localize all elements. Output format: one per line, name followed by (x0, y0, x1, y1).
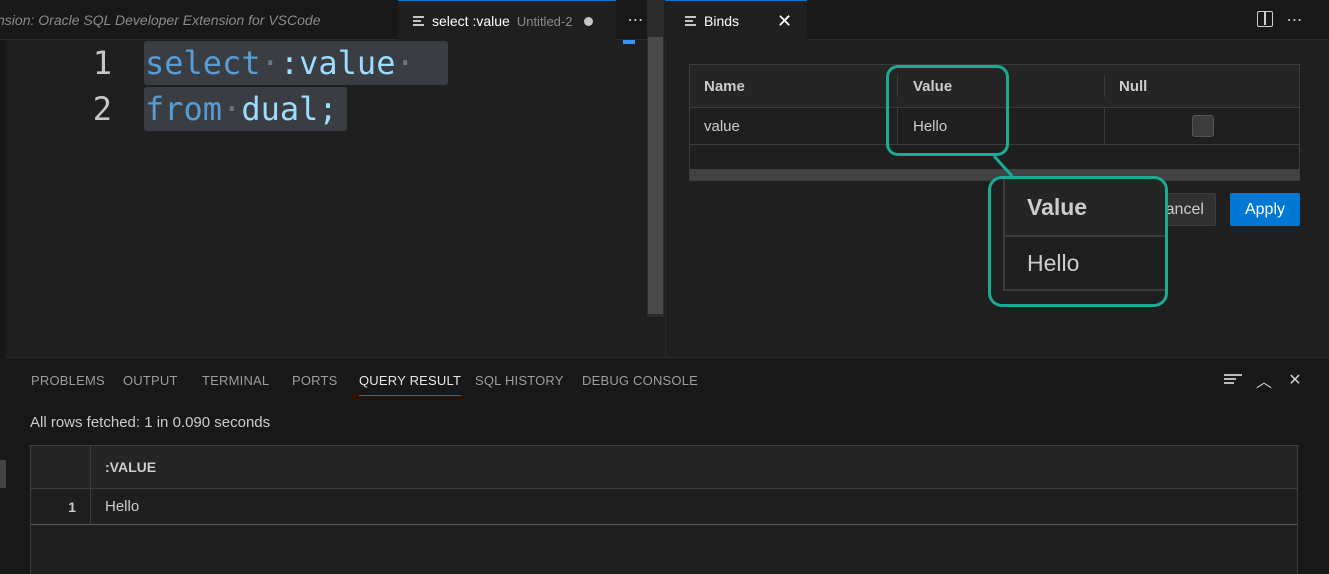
tab-ports[interactable]: PORTS (292, 373, 338, 388)
column-header-name[interactable]: Name (690, 65, 745, 107)
result-grid-header: :VALUE (31, 446, 1297, 489)
editor-scrollbar-thumb[interactable] (648, 37, 663, 314)
close-icon[interactable]: ✕ (777, 11, 792, 32)
clear-output-icon[interactable] (1224, 374, 1242, 386)
tab-select-value-sub: Untitled-2 (516, 13, 573, 29)
line-number: 1 (92, 44, 112, 82)
maximize-panel-icon[interactable]: ︿ (1254, 370, 1274, 391)
code-line[interactable]: 1 select·:value· (0, 40, 640, 86)
code-text: select·:value· (145, 44, 415, 82)
tab-query-result[interactable]: QUERY RESULT (359, 373, 462, 396)
tab-debug-console[interactable]: DEBUG CONSOLE (582, 373, 698, 388)
file-lines-icon (413, 16, 424, 26)
tab-problems[interactable]: PROBLEMS (31, 373, 105, 388)
zoom-value: Hello (1003, 237, 1165, 291)
scroll-position-marker (623, 40, 635, 44)
bind-name-cell: value (704, 117, 740, 135)
callout-zoom-box: Value Hello (988, 176, 1168, 307)
row-index: 1 (31, 489, 91, 524)
unsaved-dot-icon[interactable] (584, 16, 594, 26)
null-checkbox[interactable] (1192, 115, 1214, 137)
code-editor[interactable]: 1 select·:value· 2 from·dual; (0, 40, 664, 357)
tab-output[interactable]: OUTPUT (123, 373, 178, 388)
line-number: 2 (92, 90, 112, 128)
binds-tab-bar: Binds ✕ ⋯ (665, 0, 1329, 41)
editor-tab-bar: Extension: Oracle SQL Developer Extensio… (0, 0, 664, 41)
tab-select-value-label: select :value (432, 13, 510, 29)
more-actions-icon[interactable]: ⋯ (624, 8, 648, 32)
apply-button[interactable]: Apply (1230, 193, 1300, 226)
file-lines-icon (685, 16, 696, 26)
split-editor-icon[interactable] (1257, 11, 1273, 27)
column-header-null[interactable]: Null (1105, 65, 1147, 107)
bind-null-cell (1178, 108, 1214, 144)
more-actions-icon[interactable]: ⋯ (1283, 8, 1307, 32)
tab-extension-label: Extension: Oracle SQL Developer Extensio… (0, 12, 321, 28)
tab-select-value[interactable]: select :value Untitled-2 (398, 0, 616, 41)
tab-terminal[interactable]: TERMINAL (202, 373, 269, 388)
result-cell[interactable]: Hello (105, 489, 139, 524)
tab-binds[interactable]: Binds ✕ (665, 0, 807, 41)
table-row[interactable]: 1 Hello (31, 489, 1297, 525)
close-panel-icon[interactable]: ✕ (1285, 370, 1305, 390)
callout-highlight-frame (886, 65, 1009, 156)
zoom-header: Value (1003, 179, 1165, 237)
column-header-value[interactable]: :VALUE (105, 446, 156, 488)
tab-binds-label: Binds (704, 13, 740, 29)
query-result-grid: :VALUE 1 Hello (30, 445, 1298, 574)
bottom-panel: PROBLEMS OUTPUT TERMINAL PORTS QUERY RES… (6, 357, 1329, 574)
tab-sql-history[interactable]: SQL HISTORY (475, 373, 564, 388)
row-index-header (31, 446, 91, 488)
query-status: All rows fetched: 1 in 0.090 seconds (30, 414, 271, 431)
tab-extension[interactable]: Extension: Oracle SQL Developer Extensio… (0, 0, 387, 40)
code-text: from·dual; (145, 90, 338, 128)
code-line[interactable]: 2 from·dual; (0, 86, 640, 132)
